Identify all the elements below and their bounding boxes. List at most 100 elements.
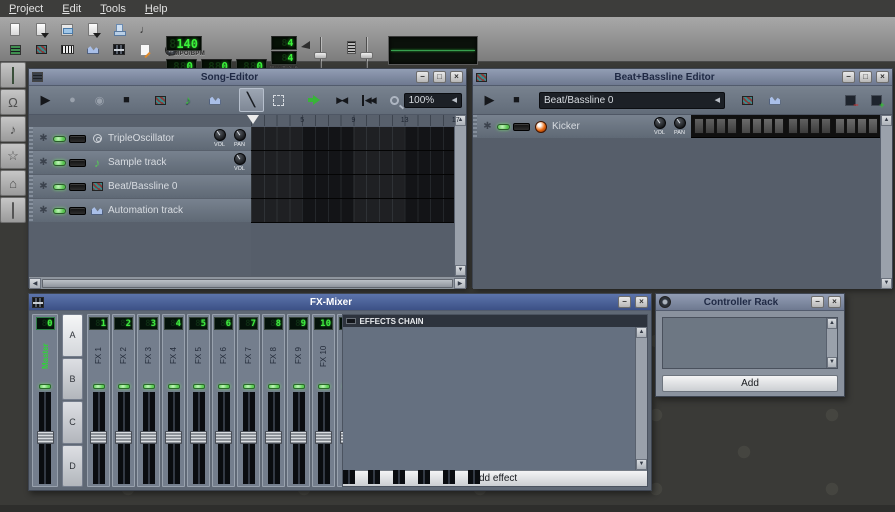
- vertical-scrollbar[interactable]: ▲ ▼: [880, 115, 892, 289]
- channel-mute-led[interactable]: [318, 384, 330, 389]
- add-automation-track-button[interactable]: [762, 88, 787, 112]
- zoom-selector[interactable]: 100%◀: [404, 93, 462, 108]
- pan-knob[interactable]: PAN: [671, 117, 688, 136]
- sidebar-my-samples-button[interactable]: ♪: [0, 116, 26, 142]
- record-play-button[interactable]: ◉: [87, 88, 112, 112]
- fx-mixer-titlebar[interactable]: FX-Mixer − ×: [29, 294, 651, 311]
- beat-step-9[interactable]: [788, 118, 798, 134]
- beat-step-4[interactable]: [727, 118, 737, 134]
- add-controller-button[interactable]: Add: [662, 375, 838, 392]
- scroll-up-arrow[interactable]: ▲: [636, 327, 647, 338]
- track-lanes[interactable]: [251, 127, 454, 223]
- knob-dial[interactable]: [654, 117, 666, 129]
- scroll-down-arrow[interactable]: ▼: [636, 459, 647, 470]
- close-button[interactable]: ×: [876, 71, 889, 83]
- fx-channel-fx-1[interactable]: 81 FX 1: [87, 314, 110, 487]
- fx-channel-fx-7[interactable]: 87 FX 7: [237, 314, 260, 487]
- record-button[interactable]: ●: [60, 88, 85, 112]
- fx-channel-fx-6[interactable]: 86 FX 6: [212, 314, 235, 487]
- effects-chain-enable-checkbox[interactable]: [346, 318, 356, 324]
- fx-channel-fx-3[interactable]: 83 FX 3: [137, 314, 160, 487]
- channel-mute-led[interactable]: [93, 384, 105, 389]
- add-automation-track-button[interactable]: [202, 88, 227, 112]
- song-editor-titlebar[interactable]: Song-Editor − □ ×: [29, 69, 466, 86]
- track-actions-icon[interactable]: ✱: [37, 133, 50, 144]
- vertical-scrollbar[interactable]: ▲ ▼: [454, 115, 466, 276]
- add-bb-track-button[interactable]: [148, 88, 173, 112]
- track-mute-led[interactable]: [53, 136, 66, 142]
- bank-D-button[interactable]: D: [62, 445, 83, 488]
- track-mute-led[interactable]: [53, 208, 66, 214]
- sidebar-my-presets-button[interactable]: ☆: [0, 143, 26, 169]
- channel-fader[interactable]: [141, 392, 156, 484]
- vertical-scrollbar[interactable]: ▲ ▼: [635, 327, 647, 470]
- track-solo-switch[interactable]: [69, 135, 86, 143]
- minimize-button[interactable]: −: [416, 71, 429, 83]
- fader-handle[interactable]: [315, 431, 332, 444]
- bank-A-button[interactable]: A: [62, 314, 83, 357]
- beat-step-11[interactable]: [810, 118, 820, 134]
- fader-handle[interactable]: [37, 431, 54, 444]
- track-tripleoscillator[interactable]: ✱ TripleOscillator VOLPAN: [29, 127, 251, 150]
- fx-channel-fx-5[interactable]: 85 FX 5: [187, 314, 210, 487]
- channel-mute-led[interactable]: [39, 384, 51, 389]
- toggle-bb-editor-button[interactable]: [29, 40, 53, 59]
- beat-step-8[interactable]: [774, 118, 784, 134]
- track-beat-bassline-0[interactable]: ✱ Beat/Bassline 0: [29, 175, 251, 198]
- scroll-down-arrow[interactable]: ▼: [827, 357, 837, 368]
- track-actions-icon[interactable]: ✱: [37, 157, 50, 168]
- add-steps-button[interactable]: [864, 90, 888, 111]
- track-kicker[interactable]: ✱ Kicker VOLPAN: [473, 115, 691, 138]
- knob-dial[interactable]: [234, 153, 246, 165]
- minimize-button[interactable]: −: [618, 296, 631, 308]
- channel-fader[interactable]: [241, 392, 256, 484]
- channel-mute-led[interactable]: [293, 384, 305, 389]
- add-effect-button[interactable]: Add effect: [343, 470, 648, 486]
- menu-edit[interactable]: Edit: [62, 3, 81, 15]
- draw-mode-button[interactable]: ╲: [239, 88, 264, 112]
- timesig-numerator-display[interactable]: 84: [271, 36, 297, 50]
- toggle-fx-mixer-button[interactable]: [107, 40, 131, 59]
- fader-handle[interactable]: [265, 431, 282, 444]
- channel-fader[interactable]: [166, 392, 181, 484]
- add-sample-track-button[interactable]: ♪: [175, 88, 200, 112]
- channel-mute-led[interactable]: [218, 384, 230, 389]
- vol-knob[interactable]: VOL: [651, 117, 668, 136]
- channel-mute-led[interactable]: [268, 384, 280, 389]
- track-mute-led[interactable]: [53, 184, 66, 190]
- toggle-automation-editor-button[interactable]: [81, 40, 105, 59]
- bb-editor-titlebar[interactable]: Beat+Bassline Editor − □ ×: [473, 69, 892, 86]
- add-bb-track-button[interactable]: [735, 88, 760, 112]
- beat-step-2[interactable]: [705, 118, 715, 134]
- sidebar-my-computer-button[interactable]: [0, 197, 26, 223]
- beat-step-16[interactable]: [868, 118, 878, 134]
- track-sample-track[interactable]: ✱ ♪ Sample track VOL: [29, 151, 251, 174]
- close-button[interactable]: ×: [828, 296, 841, 308]
- channel-fader[interactable]: [216, 392, 231, 484]
- channel-mute-led[interactable]: [168, 384, 180, 389]
- track-solo-switch[interactable]: [69, 207, 86, 215]
- track-grip[interactable]: [29, 151, 33, 174]
- track-grip[interactable]: [29, 175, 33, 198]
- import-file-button[interactable]: ♩: [133, 20, 157, 39]
- toggle-song-editor-button[interactable]: [3, 40, 27, 59]
- output-visualizer[interactable]: [388, 36, 478, 65]
- pan-knob[interactable]: PAN: [231, 129, 248, 148]
- track-grip[interactable]: [473, 115, 477, 138]
- track-mute-led[interactable]: [497, 124, 510, 130]
- channel-fader[interactable]: [316, 392, 331, 484]
- track-solo-switch[interactable]: [513, 123, 530, 131]
- knob-dial[interactable]: [234, 129, 246, 141]
- toggle-project-notes-button[interactable]: [133, 40, 157, 59]
- minimize-button[interactable]: −: [811, 296, 824, 308]
- scroll-up-arrow[interactable]: ▲: [881, 115, 892, 126]
- beat-step-7[interactable]: [763, 118, 773, 134]
- beat-step-13[interactable]: [835, 118, 845, 134]
- channel-fader[interactable]: [291, 392, 306, 484]
- follow-playback-button[interactable]: [302, 88, 327, 112]
- channel-mute-led[interactable]: [118, 384, 130, 389]
- track-mute-led[interactable]: [53, 160, 66, 166]
- timesig-denominator-display[interactable]: 84: [271, 51, 297, 65]
- channel-mute-led[interactable]: [243, 384, 255, 389]
- knob-dial[interactable]: [674, 117, 686, 129]
